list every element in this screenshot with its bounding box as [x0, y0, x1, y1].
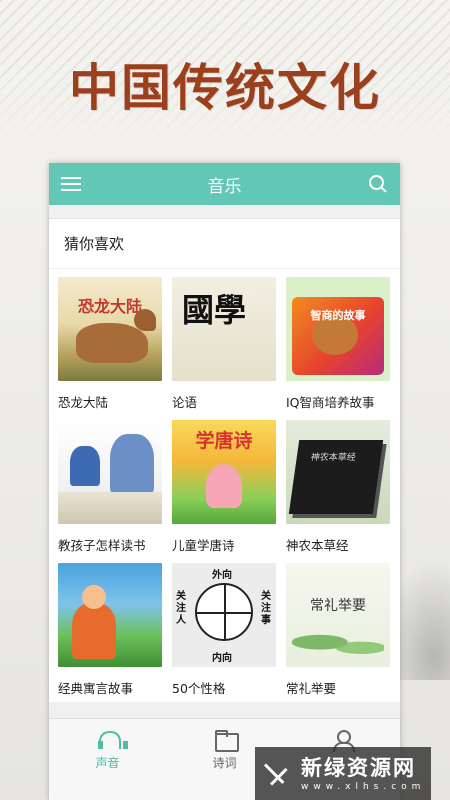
hamburger-menu-icon[interactable] [61, 177, 81, 191]
cover-title: 國學 [182, 291, 247, 329]
banner-gap [49, 205, 400, 219]
cover-image: 神农本草经 [286, 420, 390, 524]
app-bar: 音乐 [49, 163, 400, 205]
cover-image: 外向 内向 关注人 关注事 [172, 563, 276, 667]
book-illustration: 神农本草经 [288, 440, 384, 514]
cover-label-bottom: 内向 [212, 653, 232, 664]
watermark-logo-icon [263, 759, 293, 789]
cover-image [58, 420, 162, 524]
cover-label-right: 关注事 [261, 591, 271, 626]
parent-figure [110, 434, 154, 494]
item-label: IQ智商培养故事 [286, 395, 375, 410]
nav-tab-sound[interactable]: 声音 [49, 719, 166, 800]
nav-tab-label: 诗词 [212, 756, 237, 770]
watermark-url: www.xlhs.com [301, 781, 426, 792]
item-label: 常礼举要 [286, 681, 337, 696]
grid-item-etiquette[interactable]: 常礼举要 常礼举要 [286, 563, 390, 706]
cover-title: 神农本草经 [309, 453, 357, 463]
quadrant-diagram [195, 583, 253, 641]
grid-item-reading[interactable]: 教孩子怎样读书 [58, 420, 162, 563]
desk-illustration [58, 492, 162, 524]
recommend-grid: 恐龙大陆 恐龙大陆 國學 论语 智商的故事 IQ智商培养故事 教孩子怎样读书 学… [49, 269, 400, 706]
content-area: 猜你喜欢 恐龙大陆 恐龙大陆 國學 论语 智商的故事 IQ智商培养故事 教孩子怎… [49, 205, 400, 702]
grid-item-analects[interactable]: 國學 论语 [172, 277, 276, 420]
item-label: 教孩子怎样读书 [58, 538, 146, 553]
cover-title: 学唐诗 [195, 430, 253, 452]
cover-image: 常礼举要 [286, 563, 390, 667]
grid-item-iq-story[interactable]: 智商的故事 IQ智商培养故事 [286, 277, 390, 420]
grid-item-herbal-classic[interactable]: 神农本草经 神农本草经 [286, 420, 390, 563]
grid-item-tang-poems[interactable]: 学唐诗 儿童学唐诗 [172, 420, 276, 563]
child-illustration [206, 464, 242, 508]
grid-item-fables[interactable]: 经典寓言故事 [58, 563, 162, 706]
cover-image: 國學 [172, 277, 276, 381]
item-label: 恐龙大陆 [58, 395, 109, 410]
cover-image [58, 563, 162, 667]
grid-item-dinosaur[interactable]: 恐龙大陆 恐龙大陆 [58, 277, 162, 420]
item-label: 经典寓言故事 [58, 681, 134, 696]
item-label: 论语 [172, 395, 198, 410]
grid-item-personality[interactable]: 外向 内向 关注人 关注事 50个性格 [172, 563, 276, 706]
item-label: 神农本草经 [286, 538, 349, 553]
lotus-illustration [292, 631, 384, 659]
fable-character [72, 585, 116, 659]
item-label: 儿童学唐诗 [172, 538, 235, 553]
cover-image: 恐龙大陆 [58, 277, 162, 381]
promo-headline: 中国传统文化 [69, 59, 381, 117]
child-figure [70, 446, 100, 486]
phone-screen: 音乐 猜你喜欢 恐龙大陆 恐龙大陆 國學 论语 智商的故事 IQ智商培养故事 教… [49, 163, 400, 800]
headphones-icon [97, 729, 128, 751]
item-label: 50个性格 [172, 681, 226, 696]
dinosaur-illustration [76, 309, 156, 363]
cover-image: 智商的故事 [286, 277, 390, 381]
section-title: 猜你喜欢 [49, 219, 400, 269]
app-bar-title: 音乐 [207, 176, 242, 197]
cover-title: 智商的故事 [310, 309, 366, 322]
cover-label-top: 外向 [212, 570, 232, 581]
cover-title: 常礼举要 [310, 598, 366, 614]
search-icon[interactable] [368, 174, 388, 194]
site-watermark: 新绿资源网 www.xlhs.com [255, 747, 431, 800]
nav-tab-label: 声音 [95, 756, 120, 770]
cover-label-left: 关注人 [176, 591, 186, 626]
watermark-text: 新绿资源网 [301, 755, 416, 780]
folder-icon [214, 729, 239, 752]
cover-image: 学唐诗 [172, 420, 276, 524]
